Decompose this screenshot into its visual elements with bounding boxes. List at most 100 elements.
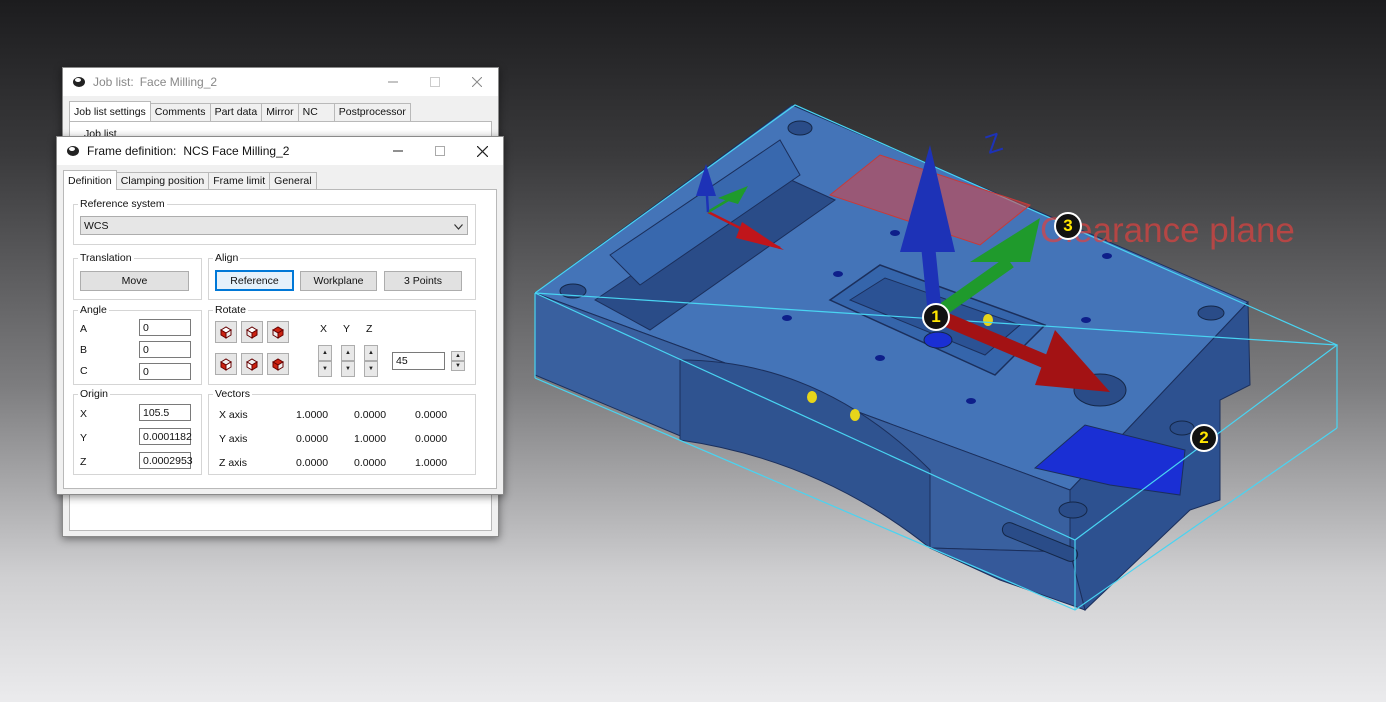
tab-part-data[interactable]: Part data (209, 103, 263, 121)
rotate-x-negative-button[interactable] (215, 353, 237, 375)
frame-title-name: NCS Face Milling_2 (183, 144, 290, 158)
marker-2-label: 2 (1199, 428, 1209, 447)
rotate-x-positive-button[interactable] (215, 321, 237, 343)
small-hole (966, 398, 976, 404)
close-button[interactable] (456, 68, 498, 96)
rotate-step-field[interactable]: 45 (392, 352, 445, 370)
move-button[interactable]: Move (80, 271, 189, 291)
origin-group: Origin X 105.5 Y 0.0001182 Z 0.0002953 (73, 388, 202, 475)
hole (1197, 305, 1225, 321)
marker-1-label: 1 (931, 307, 941, 326)
frame-tabs: Definition Clamping position Frame limit… (63, 170, 317, 190)
tab-definition[interactable]: Definition (63, 170, 117, 190)
tab-postprocessor[interactable]: Postprocessor (333, 103, 411, 121)
rotate-z-negative-button[interactable] (267, 353, 289, 375)
align-workplane-button[interactable]: Workplane (300, 271, 377, 291)
translation-label: Translation (78, 252, 134, 264)
align-3-points-button[interactable]: 3 Points (384, 271, 462, 291)
origin-z-field[interactable]: 0.0002953 (139, 452, 193, 469)
minimize-button[interactable] (377, 137, 419, 165)
translation-group: Translation Move (73, 252, 202, 300)
origin-y-label: Y (80, 432, 88, 444)
hole (787, 120, 813, 136)
z-axis-label: Z (981, 126, 1005, 159)
rotate-step-down-button[interactable]: ▼ (451, 361, 465, 371)
small-hole (782, 315, 792, 321)
tab-comments[interactable]: Comments (149, 103, 211, 121)
chevron-down-icon (454, 221, 463, 233)
vector-x-axis-label: X axis (219, 409, 248, 421)
frame-definition-window: Frame definition: NCS Face Milling_2 Def… (56, 136, 504, 495)
marker-1: 1 (922, 303, 950, 331)
rotate-axis-z-label: Z (366, 323, 373, 335)
angle-c-label: C (80, 365, 88, 377)
maximize-button[interactable] (419, 137, 461, 165)
vector-y-axis-label: Y axis (219, 433, 248, 445)
rotate-y-negative-button[interactable] (241, 353, 263, 375)
origin-y-field[interactable]: 0.0001182 (139, 428, 192, 445)
tab-mirror[interactable]: Mirror (261, 103, 299, 121)
angle-a-field[interactable]: 0 (139, 319, 191, 336)
vector-z-k: 1.0000 (415, 457, 448, 469)
rotate-axis-y-label: Y (343, 323, 351, 335)
vector-x-j: 0.0000 (354, 409, 387, 421)
vector-z-axis-label: Z axis (219, 457, 248, 469)
angle-label: Angle (78, 304, 109, 316)
vectors-label: Vectors (213, 388, 253, 400)
cube-rotate-icon (246, 358, 258, 371)
cube-rotate-icon (246, 326, 258, 339)
reference-system-label: Reference system (78, 198, 167, 210)
rotate-y-positive-button[interactable] (241, 321, 263, 343)
vector-z-i: 0.0000 (296, 457, 329, 469)
vector-y-k: 0.0000 (415, 433, 448, 445)
angle-c-field[interactable]: 0 (139, 363, 191, 380)
tab-general[interactable]: General (269, 172, 317, 190)
maximize-button[interactable] (414, 68, 456, 96)
rotate-z-down-button[interactable]: ▼ (364, 361, 378, 377)
tab-nc[interactable]: NC (297, 103, 335, 121)
joblist-title-name: Face Milling_2 (139, 75, 218, 89)
joblist-titlebar[interactable]: Job list: Face Milling_2 (63, 68, 498, 96)
small-hole (890, 230, 900, 236)
rotate-x-up-button[interactable]: ▲ (318, 345, 332, 361)
cube-rotate-icon (272, 358, 284, 371)
reference-system-select[interactable]: WCS (80, 216, 468, 235)
joblist-tabs: Job list settings Comments Part data Mir… (69, 101, 411, 121)
cube-rotate-icon (220, 358, 232, 371)
angle-b-label: B (80, 344, 88, 356)
rotate-step-up-button[interactable]: ▲ (451, 351, 465, 361)
tab-job-list-settings[interactable]: Job list settings (69, 101, 151, 121)
rotate-y-up-button[interactable]: ▲ (341, 345, 355, 361)
minimize-button[interactable] (372, 68, 414, 96)
vector-x-i: 1.0000 (296, 409, 329, 421)
reference-system-value: WCS (84, 219, 109, 232)
app-icon (71, 74, 87, 90)
definition-panel: Reference system WCS Translation Move Al… (63, 189, 497, 489)
rotate-label: Rotate (213, 304, 248, 316)
angle-group: Angle A 0 B 0 C 0 (73, 304, 202, 385)
rotate-y-down-button[interactable]: ▼ (341, 361, 355, 377)
rotate-z-positive-button[interactable] (267, 321, 289, 343)
rotate-group: Rotate X Y Z ▲ ▼ ▲ ▼ ▲ ▼ 45 ▲ ▼ (208, 304, 476, 385)
rotate-x-down-button[interactable]: ▼ (318, 361, 332, 377)
frame-title-prefix: Frame definition: (87, 144, 177, 158)
close-button[interactable] (461, 137, 503, 165)
tab-frame-limit[interactable]: Frame limit (208, 172, 271, 190)
origin-z-label: Z (80, 456, 87, 468)
small-hole (833, 271, 843, 277)
app-icon (65, 143, 81, 159)
hole (923, 331, 953, 349)
joblist-title-prefix: Job list: (93, 75, 134, 89)
angle-b-field[interactable]: 0 (139, 341, 191, 358)
hole (1058, 501, 1088, 519)
origin-x-field[interactable]: 105.5 (139, 404, 191, 421)
align-reference-button[interactable]: Reference (215, 270, 294, 291)
tab-clamping-position[interactable]: Clamping position (115, 172, 210, 190)
frame-titlebar[interactable]: Frame definition: NCS Face Milling_2 (57, 137, 503, 165)
small-hole (1102, 253, 1112, 259)
vector-y-j: 1.0000 (354, 433, 387, 445)
angle-a-label: A (80, 323, 88, 335)
rotate-z-up-button[interactable]: ▲ (364, 345, 378, 361)
origin-label: Origin (78, 388, 111, 400)
cube-rotate-icon (272, 326, 284, 339)
